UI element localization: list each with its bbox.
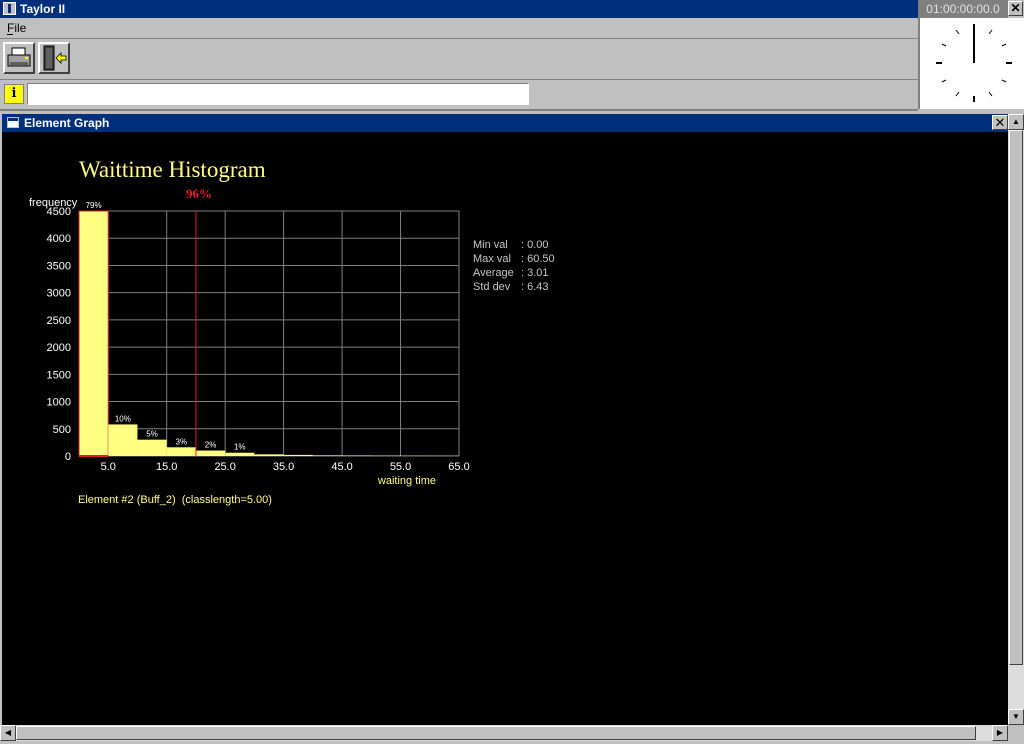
app-close-button[interactable]: ✕ <box>1008 1 1023 16</box>
scroll-down-button[interactable]: ▼ <box>1008 709 1024 725</box>
bar-percent-label: 3% <box>176 437 188 446</box>
stat-row-min: Min val : 0.00 <box>473 238 555 252</box>
histogram-bar <box>166 447 196 456</box>
stat-label: Min val <box>473 239 508 251</box>
chart-bars <box>78 210 459 457</box>
y-tick-label: 0 <box>65 451 71 463</box>
histogram-bar <box>225 452 255 456</box>
y-tick-label: 1000 <box>47 397 71 409</box>
size-grip[interactable] <box>1008 725 1024 744</box>
x-tick-label: 35.0 <box>273 461 294 473</box>
stat-label: Max val <box>473 253 511 265</box>
horizontal-scroll-thumb[interactable] <box>16 726 976 740</box>
stat-value: : 60.50 <box>521 253 555 265</box>
y-tick-label: 500 <box>53 424 71 436</box>
y-axis-label: frequency <box>29 197 78 209</box>
x-tick-label: 45.0 <box>331 461 352 473</box>
bar-percent-label: 79% <box>86 201 102 210</box>
y-tick-label: 3000 <box>47 288 71 300</box>
histogram-chart: 0500100015002000250030003500400045005.0 1… <box>29 197 470 487</box>
bar-percent-label: 10% <box>115 414 131 423</box>
bar-percent-label: 2% <box>205 441 217 450</box>
y-tick-label: 3500 <box>47 260 71 272</box>
x-tick-label: 5.0 <box>101 461 116 473</box>
scroll-left-button[interactable]: ◀ <box>0 725 16 741</box>
histogram-bar <box>137 439 167 456</box>
bar-percent-label: 1% <box>234 443 246 452</box>
histogram-bar <box>342 455 372 456</box>
x-tick-label: 65.0 <box>448 461 469 473</box>
scroll-right-button[interactable]: ▶ <box>992 725 1008 741</box>
stat-row-max: Max val : 60.50 <box>473 252 555 266</box>
y-tick-label: 2000 <box>47 342 71 354</box>
y-tick-label: 2500 <box>47 315 71 327</box>
stat-value: : 3.01 <box>521 267 549 279</box>
scroll-up-button[interactable]: ▲ <box>1008 114 1024 130</box>
histogram-bar <box>312 455 343 456</box>
stat-value: : 6.43 <box>521 281 549 293</box>
histogram-bar <box>195 450 226 456</box>
chart-grid <box>78 210 460 457</box>
x-tick-label: 25.0 <box>214 461 235 473</box>
histogram-bar <box>254 454 284 456</box>
stat-row-stddev: Std dev : 6.43 <box>473 280 555 294</box>
bar-percent-label: 5% <box>146 430 158 439</box>
vertical-scroll-thumb[interactable] <box>1009 130 1023 665</box>
x-tick-label: 15.0 <box>156 461 177 473</box>
histogram-bar <box>108 424 138 456</box>
histogram-bar <box>283 454 313 456</box>
y-tick-label: 1500 <box>47 369 71 381</box>
stat-row-average: Average : 3.01 <box>473 266 555 280</box>
stat-value: : 0.00 <box>521 239 549 251</box>
element-caption: Element #2 (Buff_2) (classlength=5.00) <box>78 494 272 506</box>
plot-frame <box>78 210 460 457</box>
x-axis-label: waiting time <box>377 475 436 487</box>
histogram-bar <box>78 210 109 457</box>
y-tick-label: 4000 <box>47 233 71 245</box>
stat-label: Average <box>473 267 514 279</box>
x-tick-label: 55.0 <box>390 461 411 473</box>
stat-label: Std dev <box>473 281 511 293</box>
statistics-panel: Min val : 0.00 Max val : 60.50 Average : 3.… <box>473 238 555 294</box>
